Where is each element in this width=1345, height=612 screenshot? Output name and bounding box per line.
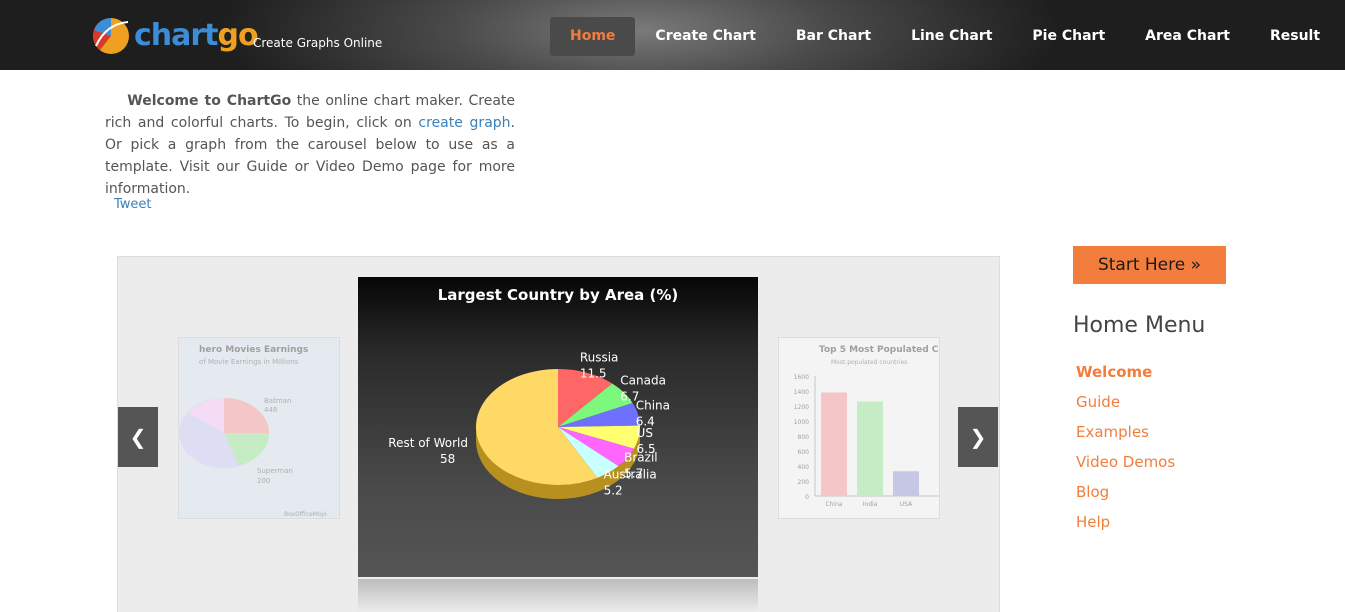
right-thumb-ytick: 0 [805, 494, 809, 501]
pie-label-china: China [636, 399, 670, 413]
nav-home[interactable]: Home [550, 17, 636, 56]
left-thumb-label-2: 448 [264, 406, 277, 414]
right-thumb-ytick: 200 [798, 479, 810, 486]
site-logo[interactable]: chartgo [90, 14, 259, 56]
carousel-thumb-right[interactable]: Top 5 Most Populated Co Most populated c… [778, 337, 945, 519]
menu-item-help[interactable]: Help [1076, 511, 1175, 541]
right-thumb-ytick: 800 [798, 434, 810, 441]
right-thumb-category: India [863, 501, 878, 508]
logo-text: chartgo [134, 16, 259, 56]
carousel-next-button[interactable]: ❯ [958, 407, 998, 467]
menu-item-guide[interactable]: Guide [1076, 391, 1175, 421]
menu-item-welcome[interactable]: Welcome [1076, 361, 1175, 391]
right-thumb-ytick: 1200 [794, 404, 809, 411]
carousel-thumb-left[interactable]: hero Movies Earnings of Movie Earnings i… [178, 337, 340, 519]
left-thumb-label-1: Batman [264, 397, 291, 405]
pie-label-canada: Canada [620, 374, 666, 388]
chart-carousel: hero Movies Earnings of Movie Earnings i… [117, 256, 1000, 612]
left-thumb-subtitle: of Movie Earnings in Millions [199, 358, 299, 366]
pie-label-us: US [637, 426, 653, 440]
right-thumb-category: USA [900, 501, 913, 508]
right-thumb-ytick: 600 [798, 449, 810, 456]
main-nav: Home Create Chart Bar Chart Line Chart P… [550, 17, 1340, 56]
intro-text: Welcome to ChartGo the online chart make… [105, 90, 515, 200]
tweet-link[interactable]: Tweet [114, 197, 152, 212]
nav-bar-chart[interactable]: Bar Chart [776, 17, 891, 56]
nav-pie-chart[interactable]: Pie Chart [1012, 17, 1125, 56]
pie-chart: Largest Country by Area (%) Russia 11.5 Ca… [388, 286, 679, 499]
right-thumb-title: Top 5 Most Populated Co [819, 345, 939, 355]
pie-label-brazil: Brazil [624, 450, 658, 464]
left-thumb-label-3: Superman [257, 467, 293, 475]
pie-value-australia: 5.2 [604, 483, 623, 497]
right-thumb-ytick: 1000 [794, 419, 809, 426]
menu-item-video-demos[interactable]: Video Demos [1076, 451, 1175, 481]
pie-label-rest-of-world: Rest of World [388, 436, 468, 450]
right-thumb-bar [857, 401, 883, 496]
nav-line-chart[interactable]: Line Chart [891, 17, 1012, 56]
home-menu: Welcome Guide Examples Video Demos Blog … [1076, 361, 1175, 541]
start-here-button[interactable]: Start Here » [1073, 246, 1226, 284]
chart-title: Largest Country by Area (%) [438, 286, 679, 304]
pie-value-rest-of-world: 58 [440, 452, 455, 466]
chevron-right-icon: ❯ [969, 425, 987, 449]
carousel-prev-button[interactable]: ❮ [118, 407, 158, 467]
home-menu-title: Home Menu [1073, 313, 1206, 338]
menu-item-blog[interactable]: Blog [1076, 481, 1175, 511]
right-thumb-ytick: 400 [798, 464, 810, 471]
right-thumb-bar [893, 471, 919, 496]
site-header: chartgo Create Graphs Online Home Create… [0, 0, 1345, 70]
right-thumb-graphic: Top 5 Most Populated Co Most populated c… [794, 345, 945, 508]
right-thumb-subtitle: Most populated countries [831, 359, 907, 366]
left-thumb-title: hero Movies Earnings [199, 345, 308, 355]
nav-area-chart[interactable]: Area Chart [1125, 17, 1250, 56]
featured-chart[interactable]: Largest Country by Area (%) Russia 11.5 Ca… [358, 277, 758, 577]
chevron-left-icon: ❮ [129, 425, 147, 449]
pie-label-australia: Australia [604, 467, 657, 481]
right-thumb-ytick: 1400 [794, 389, 809, 396]
nav-create-chart[interactable]: Create Chart [635, 17, 775, 56]
left-thumb-graphic: hero Movies Earnings of Movie Earnings i… [179, 338, 339, 518]
chartgo-logo-icon [93, 17, 129, 54]
chart-reflection [358, 579, 758, 612]
menu-item-examples[interactable]: Examples [1076, 421, 1175, 451]
intro-bold: Welcome to ChartGo [127, 93, 292, 109]
pie-value-russia: 11.5 [580, 366, 607, 380]
left-thumb-source: BoxOfficeMojo [284, 511, 327, 518]
tagline: Create Graphs Online [253, 36, 383, 50]
create-graph-link[interactable]: create graph [418, 115, 510, 131]
left-thumb-label-4: 200 [257, 477, 270, 485]
logo-text-go: go [217, 18, 259, 53]
right-thumb-ytick: 1600 [794, 374, 809, 381]
nav-result[interactable]: Result [1250, 17, 1340, 56]
right-thumb-category: China [825, 501, 842, 508]
right-thumb-bar [821, 392, 847, 496]
logo-text-chart: chart [134, 18, 219, 53]
pie-label-russia: Russia [580, 350, 619, 364]
